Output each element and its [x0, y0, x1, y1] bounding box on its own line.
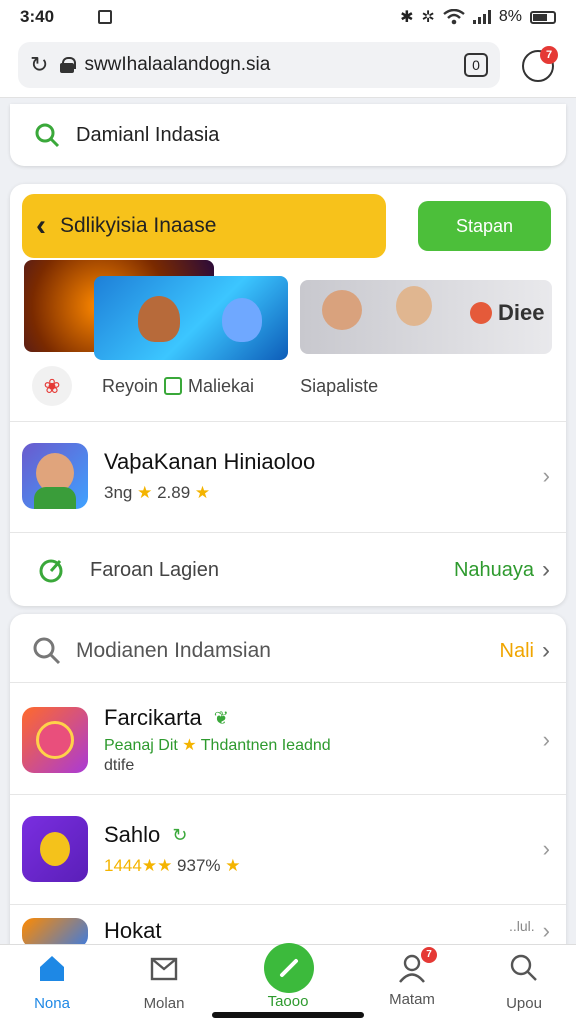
gauge-icon	[39, 559, 63, 583]
divider	[10, 794, 566, 795]
battery-percent: 8%	[498, 8, 522, 25]
tabs-button[interactable]: 0	[464, 53, 488, 77]
nav-label[interactable]: Taooo	[238, 993, 338, 1010]
vibrate-icon: ✲	[421, 9, 435, 26]
divider	[10, 421, 566, 422]
check-icon	[164, 377, 183, 395]
lock-icon	[60, 57, 77, 73]
featured-card: ‹ Sdlikyisia Inaase Stapan Diee ❀ Reyoin…	[10, 184, 566, 606]
chevron-right-icon: ›	[542, 637, 550, 664]
home-icon	[40, 956, 64, 981]
search-icon	[510, 954, 537, 981]
promo-title: Sdlikyisia Inaase	[60, 214, 217, 237]
app-name: Farcikarta	[104, 705, 202, 730]
search-bar[interactable]: Damianl Indasia	[10, 104, 566, 166]
list-card: Modianen Indamsian Nali › Farcikarta ❦ Pe…	[10, 614, 566, 954]
address-bar[interactable]: ↻ swwIhalaalandogn.sia 0	[18, 42, 500, 88]
nav-label: Matam	[389, 991, 435, 1008]
app-meta-2: dtife	[104, 757, 135, 774]
refresh-icon: ↻	[172, 824, 188, 845]
chevron-right-icon: ›	[542, 556, 550, 583]
game-banner-2[interactable]	[94, 276, 288, 360]
chevron-right-icon: ›	[542, 727, 550, 752]
tag-2[interactable]: Maliekai	[188, 376, 254, 397]
character-image	[322, 290, 362, 330]
section-header[interactable]: Modianen Indamsian Nali ›	[10, 622, 566, 680]
user-icon: 7	[397, 947, 437, 983]
nav-badge: 7	[421, 947, 437, 963]
shield-icon: ❦	[213, 707, 229, 728]
browser-toolbar: ↻ swwIhalaalandogn.sia 0 7	[0, 34, 576, 98]
divider	[10, 682, 566, 683]
game-banner-3[interactable]: Diee	[300, 280, 552, 354]
nav-search[interactable]: Upou	[474, 953, 574, 1012]
app-meta: 1444★★ 937% ★	[104, 856, 241, 875]
link-row[interactable]: Faroan Lagien Nahuaya ›	[10, 536, 566, 604]
app-name: Sahlo	[104, 822, 161, 847]
nav-label: Molan	[143, 995, 185, 1012]
list-item[interactable]: Sahlo ↻ 1444★★ 937% ★ ›	[10, 804, 566, 894]
banner-brand: Diee	[470, 300, 544, 326]
mail-icon	[150, 957, 178, 981]
nav-home[interactable]: Nona	[2, 953, 102, 1012]
app-name: VaþaKanan Hiniaoloo	[104, 449, 316, 474]
app-icon	[22, 443, 88, 509]
nav-label: Nona	[34, 995, 70, 1012]
status-bar: 3:40 ✱ ✲ 8%	[0, 0, 576, 34]
promo-banner[interactable]: ‹ Sdlikyisia Inaase	[22, 194, 386, 258]
menu-badge: 7	[540, 46, 558, 64]
chevron-left-icon[interactable]: ‹	[36, 209, 46, 243]
center-action-button[interactable]	[264, 943, 314, 993]
status-time: 3:40	[20, 7, 55, 26]
list-item[interactable]: Farcikarta ❦ Peanaj Dit ★ Thdantnen Ieadn…	[10, 692, 566, 788]
divider	[10, 904, 566, 905]
tag-1[interactable]: Reyoin	[102, 376, 158, 397]
nav-profile[interactable]: 7 Matam	[362, 947, 462, 1008]
home-indicator[interactable]	[212, 1012, 364, 1018]
brand-name: Diee	[498, 300, 545, 325]
wifi-icon	[443, 9, 465, 25]
reload-icon[interactable]: ↻	[30, 52, 48, 78]
nav-label: Upou	[506, 995, 542, 1012]
character-image	[138, 296, 180, 342]
promo-button[interactable]: Stapan	[418, 201, 551, 251]
menu-button[interactable]: 7	[522, 46, 558, 82]
search-icon	[33, 637, 61, 665]
url-text[interactable]: swwIhalaalandogn.sia	[84, 54, 464, 76]
search-text[interactable]: Damianl Indasia	[76, 124, 219, 147]
tag-row: ❀ Reyoin Maliekai Siapaliste	[32, 364, 552, 408]
app-icon	[22, 707, 88, 773]
app-icon	[22, 816, 88, 882]
link-label: Faroan Lagien	[90, 558, 219, 581]
chevron-right-icon: ›	[542, 836, 550, 861]
app-meta: Peanaj Dit ★ Thdantnen Ieadnd	[104, 737, 331, 754]
nav-messages[interactable]: Molan	[114, 953, 214, 1012]
brand-logo-icon	[470, 302, 492, 324]
app-name: Hokat	[104, 918, 162, 943]
signal-icon	[472, 10, 491, 24]
search-icon	[35, 123, 60, 148]
chevron-right-icon: ›	[542, 918, 550, 943]
character-image	[396, 286, 432, 326]
notification-icon	[98, 10, 113, 24]
bluetooth-icon: ✱	[400, 9, 414, 26]
pencil-icon	[280, 959, 298, 977]
section-action[interactable]: Nali	[500, 640, 534, 663]
category-icon[interactable]: ❀	[32, 366, 72, 406]
app-meta: ..lul.	[508, 918, 535, 934]
app-meta: 3ng ★ 2.89 ★	[104, 483, 211, 502]
battery-icon	[530, 10, 556, 24]
tag-3[interactable]: Siapaliste	[300, 376, 378, 397]
character-image	[222, 298, 262, 342]
section-title: Modianen Indamsian	[76, 639, 271, 662]
chevron-right-icon: ›	[542, 463, 550, 488]
divider	[10, 532, 566, 533]
list-item[interactable]: VaþaKanan Hiniaoloo 3ng ★ 2.89 ★ ›	[10, 436, 566, 516]
link-action[interactable]: Nahuaya	[454, 559, 534, 582]
